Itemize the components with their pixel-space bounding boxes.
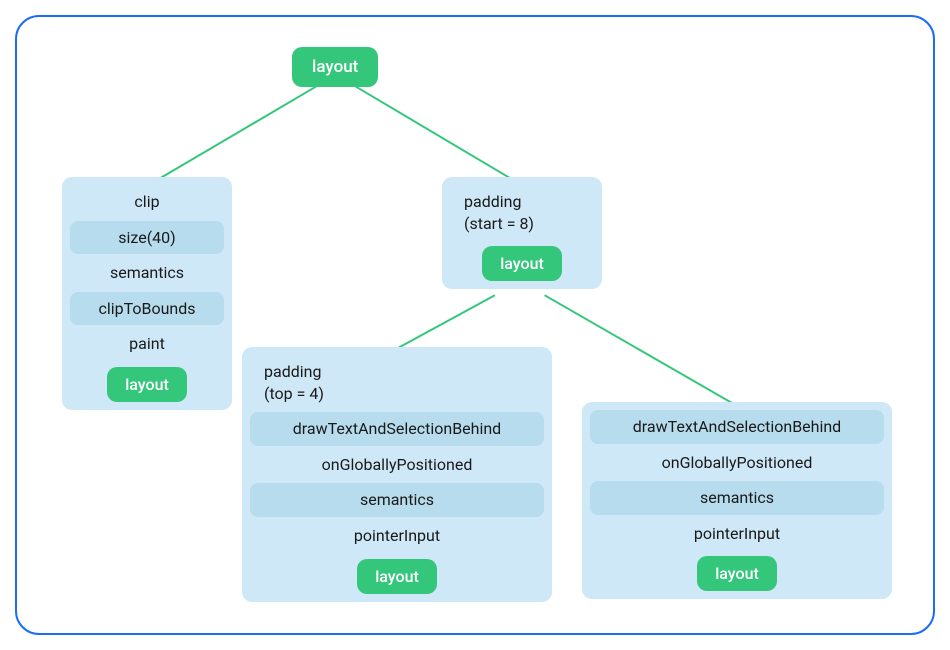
modifier-paint: paint: [70, 327, 224, 361]
node-padding-start: padding (start = 8) layout: [442, 177, 602, 289]
modifier-semantics: semantics: [70, 256, 224, 290]
modifier-padding-start: padding (start = 8): [450, 185, 594, 240]
node-drawtext: drawTextAndSelectionBehind onGloballyPos…: [582, 402, 892, 599]
layout-leaf: layout: [68, 363, 226, 404]
modifier-semantics: semantics: [250, 483, 544, 517]
modifier-ongloballypositioned: onGloballyPositioned: [590, 446, 884, 480]
modifier-pointerinput: pointerInput: [590, 517, 884, 551]
layout-leaf: layout: [448, 242, 596, 283]
node-clip: clip size(40) semantics clipToBounds pai…: [62, 177, 232, 410]
layout-leaf: layout: [588, 552, 886, 593]
modifier-drawtext: drawTextAndSelectionBehind: [590, 410, 884, 444]
modifier-padding-top: padding (top = 4): [250, 355, 544, 410]
root-layout-node: layout: [292, 47, 378, 87]
modifier-drawtext: drawTextAndSelectionBehind: [250, 412, 544, 446]
modifier-ongloballypositioned: onGloballyPositioned: [250, 448, 544, 482]
modifier-size: size(40): [70, 221, 224, 255]
layout-leaf: layout: [248, 555, 546, 596]
modifier-cliptobounds: clipToBounds: [70, 292, 224, 326]
node-padding-top: padding (top = 4) drawTextAndSelectionBe…: [242, 347, 552, 602]
modifier-semantics: semantics: [590, 481, 884, 515]
modifier-clip: clip: [70, 185, 224, 219]
modifier-pointerinput: pointerInput: [250, 519, 544, 553]
diagram-frame: layout clip size(40) semantics clipToBou…: [15, 15, 935, 635]
